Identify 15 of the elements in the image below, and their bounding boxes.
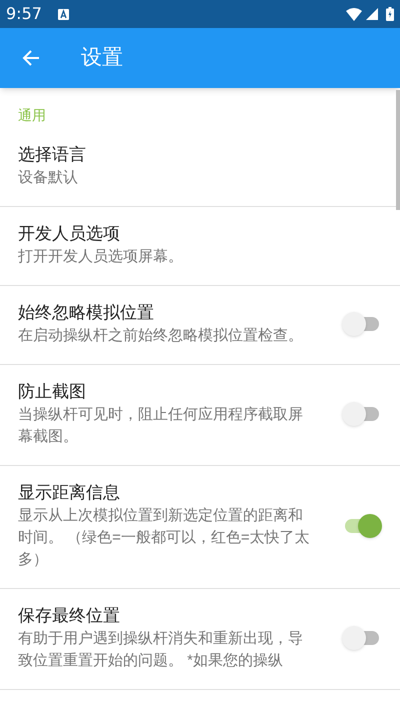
setting-summary: 有助于用户遇到操纵杆消失和重新出现，导致位置重置开始的问题。 *如果您的操纵 <box>18 629 304 671</box>
setting-summary: 显示从上次模拟位置到新选定位置的距离和时间。 （绿色=一般都可以，红色=太快了太多） <box>18 506 310 570</box>
setting-title[interactable]: 始终忽略模拟位置 <box>18 301 332 325</box>
status-time: 9:57 <box>6 3 42 25</box>
setting-summary: 在启动操纵杆之前始终忽略模拟位置检查。 <box>18 326 304 346</box>
setting-title[interactable]: 开发人员选项 <box>18 222 372 246</box>
setting-summary: 打开开发人员选项屏幕。 <box>18 247 184 267</box>
setting-title[interactable]: 保存最终位置 <box>18 604 332 628</box>
setting-summary: 当操纵杆可见时，阻止任何应用程序截取屏幕截图。 <box>18 405 304 447</box>
screen-title: 设置 <box>81 45 123 72</box>
setting-summary: 设备默认 <box>18 168 79 188</box>
setting-title[interactable]: 显示距离信息 <box>18 481 332 505</box>
section-header: 通用 <box>18 107 46 123</box>
setting-title[interactable]: 防止截图 <box>18 380 332 404</box>
setting-title[interactable]: 选择语言 <box>18 143 372 167</box>
